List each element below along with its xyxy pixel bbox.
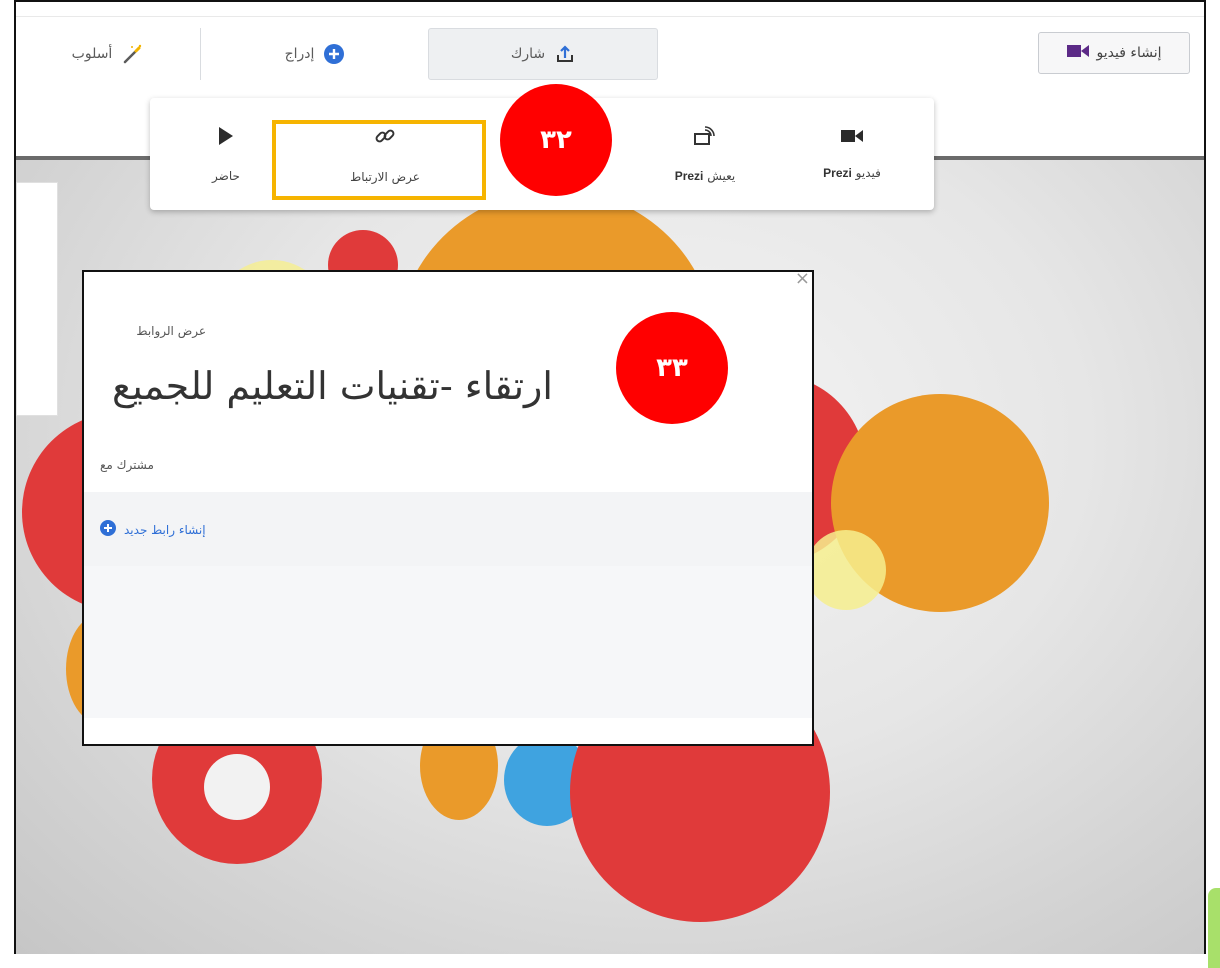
links-section: إنشاء رابط جديد (84, 492, 812, 567)
menu-item-prezi-video[interactable]: Prezi فيديو (782, 98, 922, 210)
plus-circle-icon (100, 520, 116, 539)
video-camera-icon (1066, 44, 1089, 62)
plus-circle-icon (324, 44, 345, 64)
tab-style[interactable]: أسلوب (16, 28, 200, 80)
close-icon[interactable]: × (795, 268, 810, 289)
tab-share[interactable]: شارك (428, 28, 658, 80)
magic-wand-icon (122, 43, 144, 65)
broadcast-icon (693, 125, 717, 149)
play-icon (218, 126, 234, 149)
highlight-box (272, 120, 486, 200)
dialog-section-title: عرض الروابط (136, 324, 206, 338)
menu-item-present[interactable]: حاضر (170, 98, 282, 210)
step-badge-33: ٣٣ (616, 312, 728, 424)
tab-style-label: أسلوب (71, 46, 113, 62)
shared-with-label: مشترك مع (100, 458, 154, 472)
app-window: أسلوب إدراج شارك إنشاء فيديو حاضر عرض ال… (14, 0, 1206, 954)
tab-insert[interactable]: إدراج (200, 28, 428, 80)
menu-item-prezi-video-label: فيديو (855, 165, 881, 180)
menu-item-prezi-video-brand: Prezi (823, 165, 852, 180)
presentation-title: ارتقاء -تقنيات التعليم للجميع (112, 364, 553, 408)
menu-item-prezi-live[interactable]: Prezi يعيش (630, 98, 780, 210)
menu-item-prezi-live-label: يعيش (707, 168, 736, 183)
menu-item-prezi-live-brand: Prezi (674, 168, 704, 183)
left-panel (16, 182, 58, 416)
toolbar-tabs: أسلوب إدراج شارك (16, 28, 658, 80)
menu-item-present-label: حاضر (212, 168, 240, 183)
create-new-link-label: إنشاء رابط جديد (124, 522, 206, 537)
create-video-label: إنشاء فيديو (1096, 45, 1162, 61)
step-badge-32: ٣٢ (500, 84, 612, 196)
tab-insert-label: إدراج (284, 46, 315, 62)
video-camera-icon (841, 129, 863, 146)
top-toolbar: أسلوب إدراج شارك إنشاء فيديو (16, 2, 1204, 95)
create-new-link-button[interactable]: إنشاء رابط جديد (100, 520, 206, 539)
tab-share-label: شارك (510, 46, 546, 62)
corner-decoration (1208, 888, 1220, 968)
share-upload-icon (555, 44, 575, 64)
dialog-footer (84, 566, 812, 718)
create-video-button[interactable]: إنشاء فيديو (1038, 32, 1190, 74)
